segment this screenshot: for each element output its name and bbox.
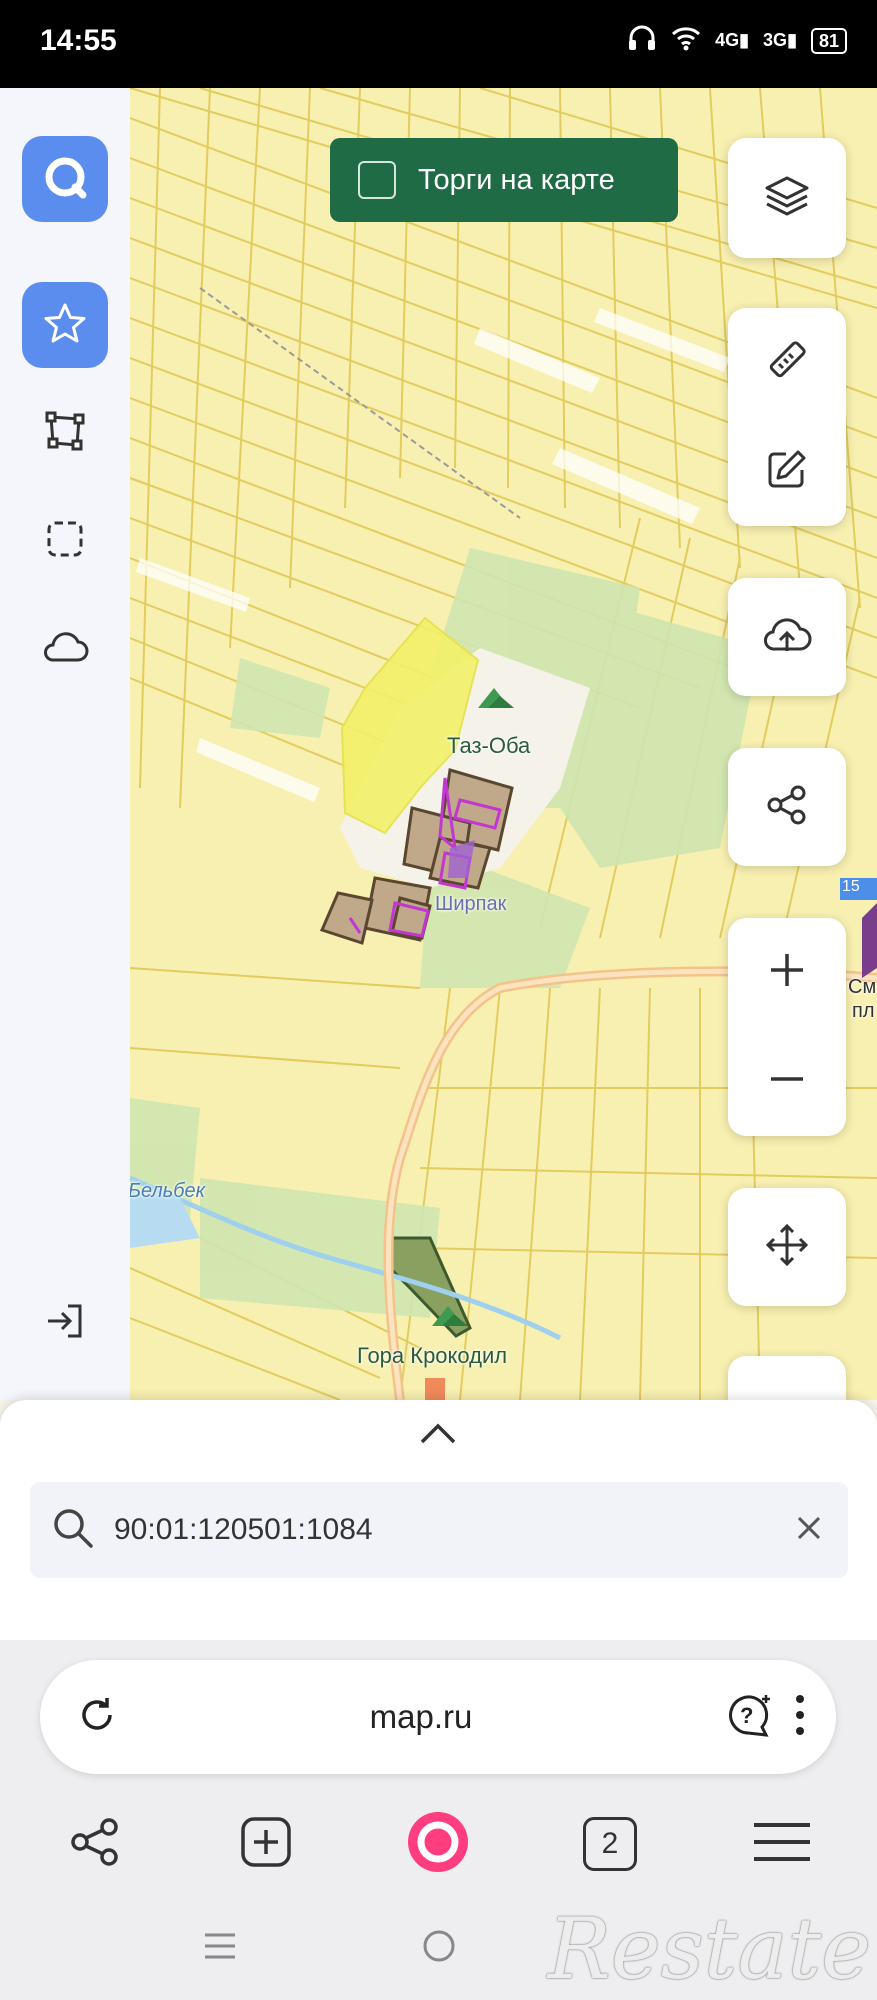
login-button[interactable] (40, 1298, 90, 1348)
select-icon (44, 518, 86, 565)
net2-label: 3G (763, 30, 788, 50)
move-button[interactable] (728, 1188, 846, 1306)
battery-level: 81 (818, 30, 839, 51)
assistant-help-button[interactable]: ? (724, 1691, 776, 1744)
zoom-out-icon (767, 1059, 807, 1104)
cloud-button[interactable] (40, 624, 90, 674)
map-label-edge-1: См (848, 976, 877, 998)
tabs-count-badge: 2 (583, 1817, 637, 1871)
move-control (728, 1188, 846, 1306)
search-icon (50, 1505, 96, 1556)
clear-search-button[interactable] (794, 1513, 824, 1548)
zoom-out-button[interactable] (728, 1027, 846, 1136)
alice-icon (405, 1809, 471, 1880)
move-icon (764, 1222, 810, 1273)
reload-button[interactable] (76, 1694, 118, 1741)
polygon-icon (44, 410, 86, 457)
share-control (728, 748, 846, 866)
hamburger-icon (752, 1819, 812, 1870)
headphones-icon (627, 24, 657, 57)
map-label-river: Бельбек (128, 1180, 206, 1202)
battery-icon: 81 (810, 27, 847, 54)
watermark-logo: Restate (547, 1900, 871, 1998)
share-icon (69, 1816, 121, 1873)
draw-polygon-button[interactable] (40, 408, 90, 458)
logo-icon (41, 153, 89, 206)
zoom-in-button[interactable] (728, 918, 846, 1027)
recents-icon (202, 1931, 238, 1966)
signal-3g-icon: 3G▮ (763, 30, 797, 50)
app-logo-button[interactable] (22, 136, 108, 222)
home-circle-icon (421, 1928, 457, 1969)
tabs-button[interactable]: 2 (570, 1812, 650, 1876)
browser-menu-button[interactable] (794, 1693, 806, 1742)
login-icon (42, 1300, 88, 1347)
close-icon (794, 1516, 824, 1547)
net1-label: 4G (715, 30, 740, 50)
left-sidebar (0, 88, 130, 1400)
area-select-button[interactable] (40, 516, 90, 566)
edit-icon (764, 446, 810, 497)
status-time: 14:55 (40, 24, 117, 57)
browser-url-bar[interactable]: map.ru ? (40, 1660, 836, 1774)
upload-control (728, 578, 846, 696)
favorites-button[interactable] (22, 282, 108, 368)
layers-icon (763, 172, 811, 225)
map-label-shirpak: Ширпак (435, 893, 507, 915)
map-label-edge-2: пл (852, 1000, 875, 1022)
map-label-gora-krokodil: Гора Крокодил (357, 1343, 508, 1368)
signal-4g-icon: 4G▮ (715, 30, 750, 50)
auctions-on-map-toggle[interactable]: Торги на карте (330, 138, 678, 222)
upload-button[interactable] (728, 578, 846, 696)
layers-button[interactable] (728, 138, 846, 258)
measure-edit-control (728, 308, 846, 526)
star-icon (42, 300, 88, 351)
system-recents-button[interactable] (190, 1918, 250, 1978)
map-label-edge-number: 15 (842, 878, 860, 895)
hamburger-menu-button[interactable] (742, 1812, 822, 1876)
svg-text:?: ? (740, 1703, 753, 1728)
alice-assistant-button[interactable] (398, 1811, 478, 1876)
more-vertical-icon (794, 1694, 806, 1741)
system-home-button[interactable] (409, 1918, 469, 1978)
edit-button[interactable] (728, 417, 846, 526)
reload-icon (76, 1697, 118, 1740)
sheet-expand-button[interactable] (418, 1420, 458, 1451)
url-text[interactable]: map.ru (118, 1698, 724, 1736)
ruler-button[interactable] (728, 308, 846, 417)
add-square-icon (239, 1815, 293, 1874)
new-tab-button[interactable] (226, 1812, 306, 1876)
zoom-in-icon (767, 950, 807, 995)
status-icons: 4G▮ 3G▮ 81 (627, 24, 847, 57)
ruler-icon (764, 337, 810, 388)
status-bar: 14:55 4G▮ 3G▮ 81 (0, 0, 877, 88)
question-bubble-icon: ? (724, 1694, 776, 1743)
search-bar[interactable]: 90:01:120501:1084 (30, 1482, 848, 1578)
chevron-up-icon (418, 1423, 458, 1450)
search-input[interactable]: 90:01:120501:1084 (114, 1513, 794, 1547)
zoom-control (728, 918, 846, 1136)
map-share-button[interactable] (728, 748, 846, 866)
auctions-checkbox[interactable] (358, 161, 396, 199)
auctions-toggle-label: Торги на карте (418, 163, 615, 196)
layers-control (728, 138, 846, 258)
upload-cloud-icon (760, 613, 814, 662)
wifi-icon (671, 25, 701, 56)
cloud-icon (40, 627, 90, 672)
map-label-taz-oba: Таз-Оба (447, 733, 531, 758)
browser-share-button[interactable] (55, 1812, 135, 1876)
share-icon (765, 783, 809, 832)
